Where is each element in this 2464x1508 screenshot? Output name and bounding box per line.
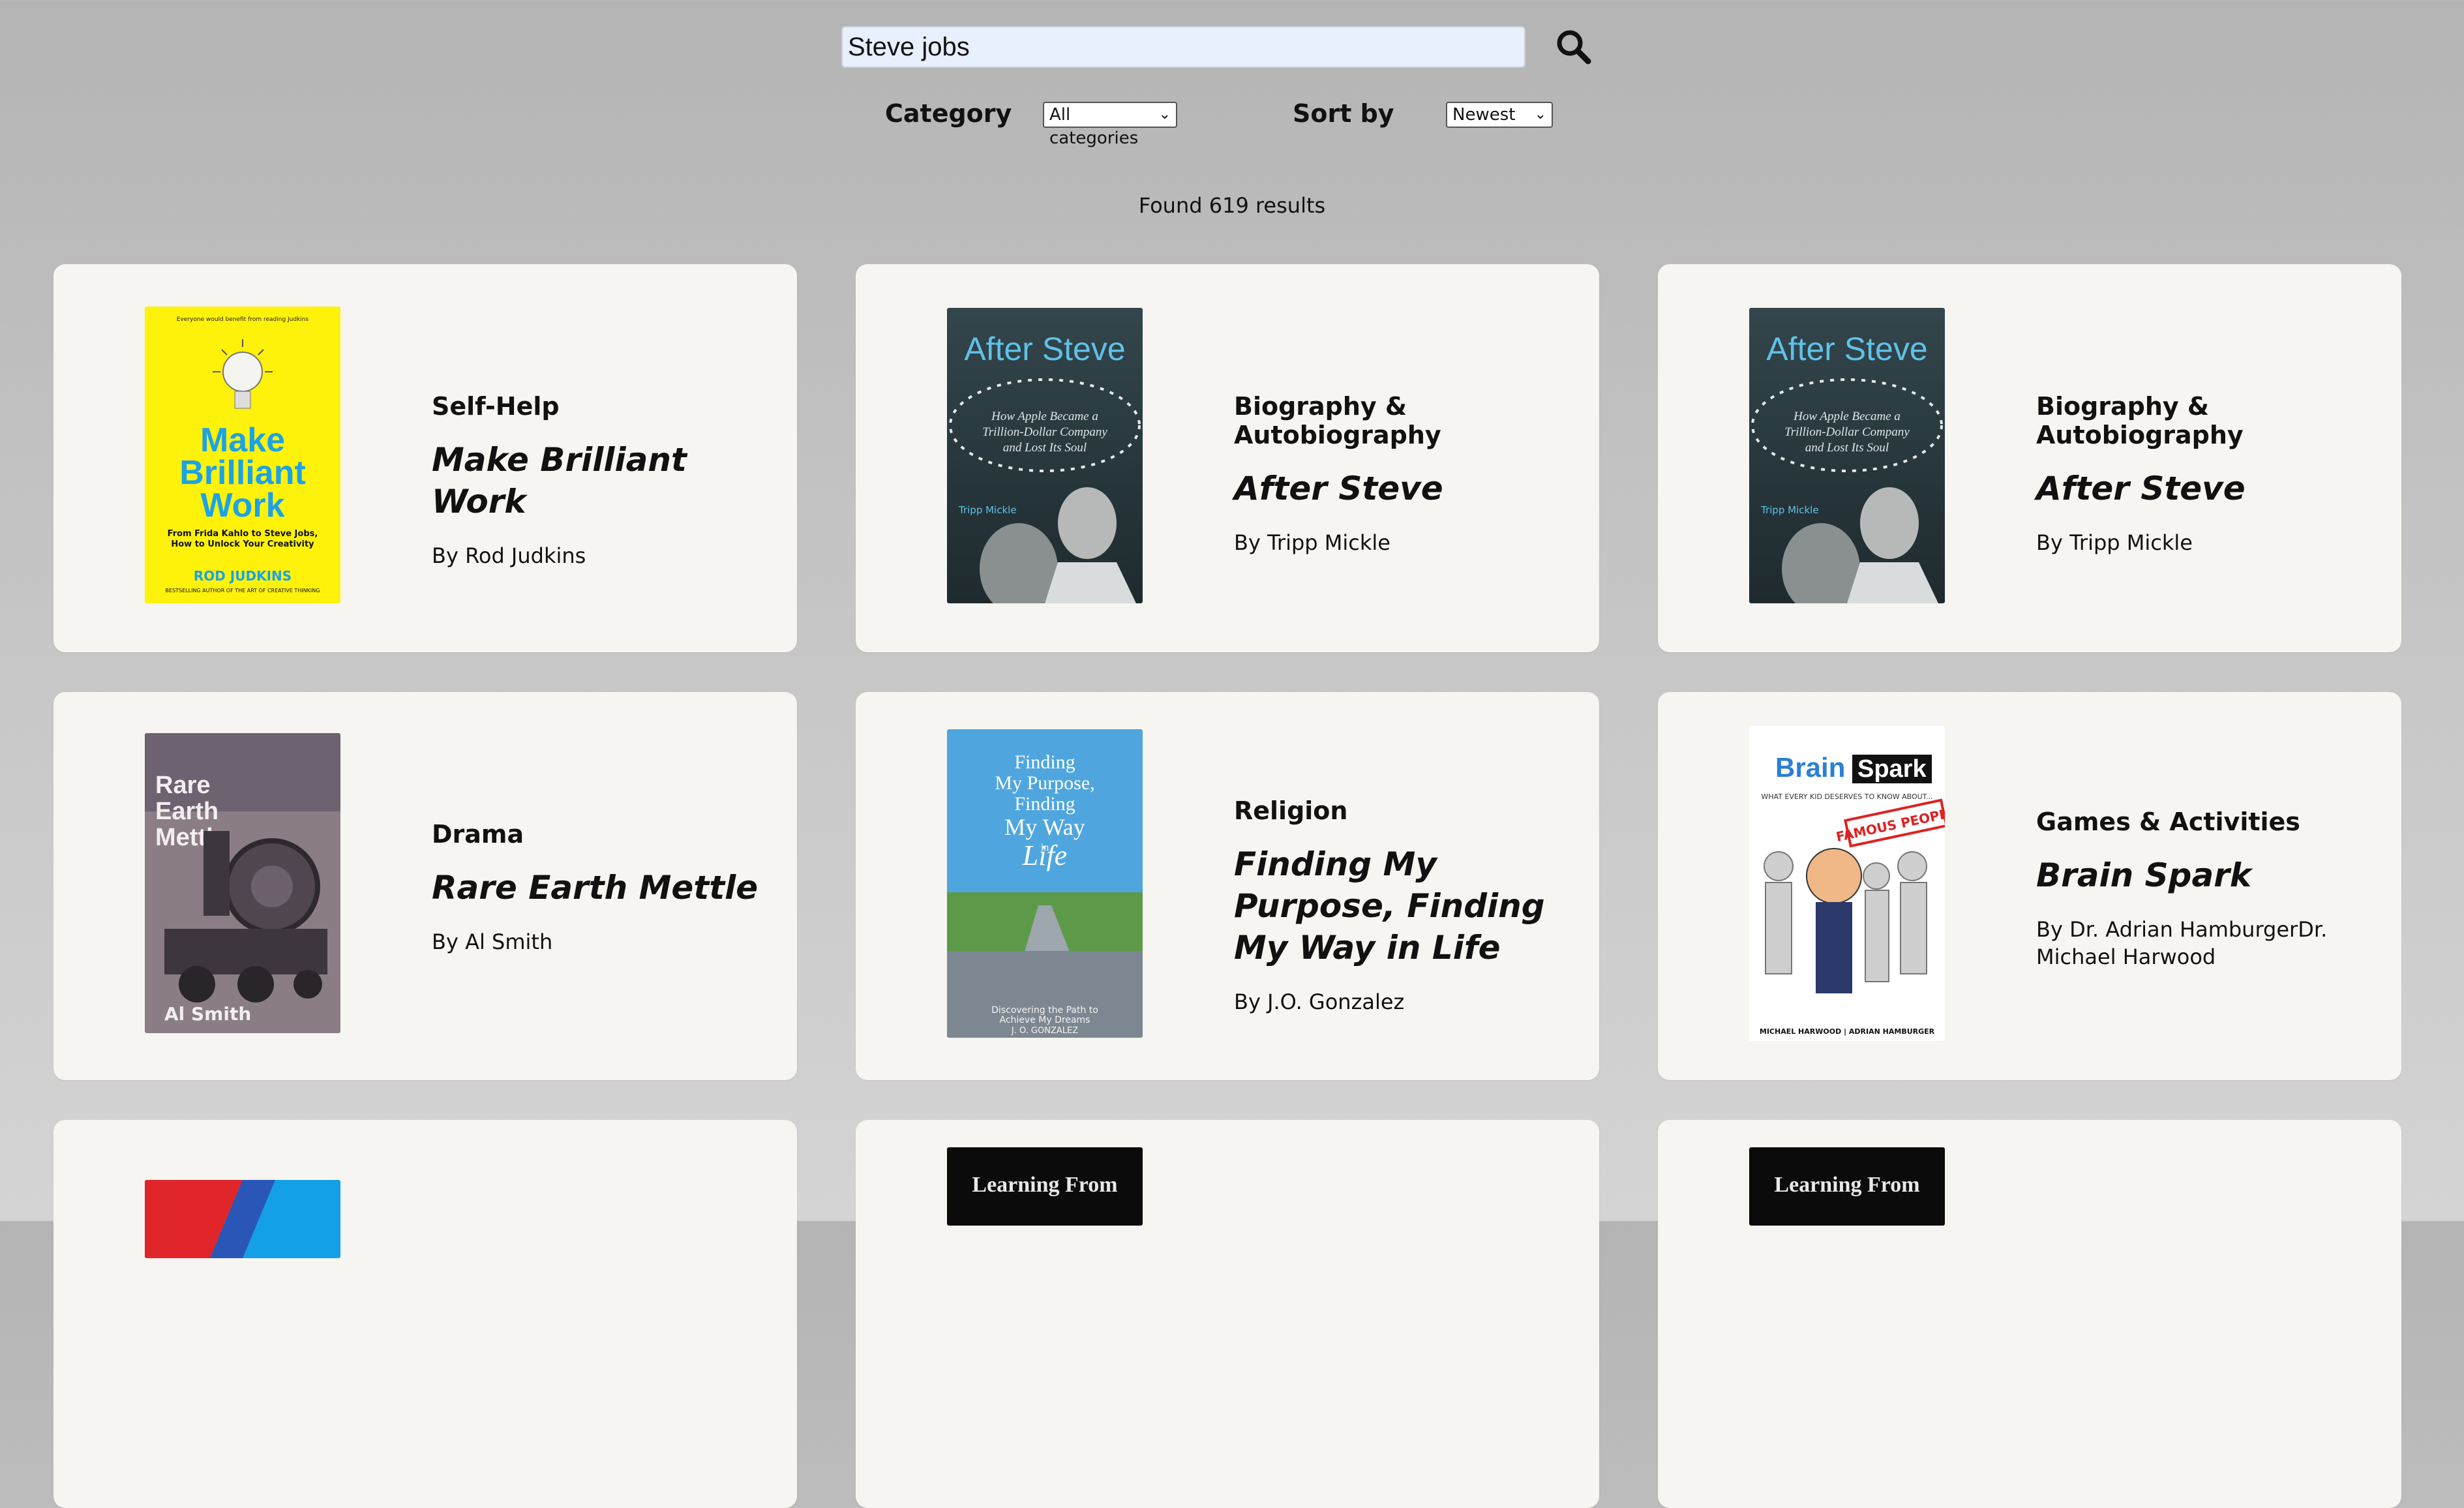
book-card[interactable]: Learning From: [856, 1120, 1599, 1508]
svg-text:and Lost Its Soul: and Lost Its Soul: [1805, 441, 1889, 455]
svg-text:Trillion-Dollar Company: Trillion-Dollar Company: [1784, 425, 1910, 439]
svg-text:Earth: Earth: [155, 798, 218, 825]
svg-text:Finding: Finding: [1014, 793, 1075, 815]
book-card[interactable]: Everyone would benefit from reading Judk…: [53, 264, 797, 652]
svg-text:MICHAEL HARWOOD | ADRIAN HAMBU: MICHAEL HARWOOD | ADRIAN HAMBURGER: [1760, 1027, 1935, 1036]
book-card[interactable]: Learning From: [1658, 1120, 2401, 1508]
search-button[interactable]: [1554, 27, 1593, 67]
svg-text:How Apple Became a: How Apple Became a: [1793, 410, 1901, 423]
category-select[interactable]: All categories ⌄: [1043, 102, 1177, 148]
svg-text:Trillion-Dollar Company: Trillion-Dollar Company: [982, 425, 1107, 439]
book-title[interactable]: Finding My Purpose, Finding My Way in Li…: [1234, 843, 1573, 969]
svg-text:Rare: Rare: [155, 772, 211, 799]
book-author: By Rod Judkins: [432, 543, 586, 568]
svg-text:Al Smith: Al Smith: [164, 1003, 251, 1025]
book-title[interactable]: Brain Spark: [2036, 854, 2375, 896]
svg-text:My Purpose,: My Purpose,: [995, 772, 1094, 794]
book-card[interactable]: After Steve How Apple Became a Trillion-…: [856, 264, 1599, 652]
svg-text:Learning From: Learning From: [972, 1173, 1117, 1197]
category-select-value: All categories: [1049, 105, 1139, 148]
svg-text:Tripp Mickle: Tripp Mickle: [958, 504, 1017, 516]
svg-text:Learning From: Learning From: [1774, 1173, 1919, 1197]
book-card[interactable]: Rare Earth Mettle Al Smith Drama Rare Ea…: [53, 692, 797, 1080]
svg-text:After Steve: After Steve: [964, 331, 1125, 367]
svg-text:Spark: Spark: [1857, 755, 1927, 783]
book-title[interactable]: After Steve: [2036, 468, 2375, 509]
book-category: Games & Activities: [2036, 807, 2300, 836]
svg-text:BESTSELLING AUTHOR OF THE ART: BESTSELLING AUTHOR OF THE ART OF CREATIV…: [166, 588, 320, 594]
book-card[interactable]: After Steve How Apple Became a Trillion-…: [1658, 264, 2401, 652]
book-category: Biography & Autobiography: [2036, 392, 2244, 449]
book-author: By Al Smith: [432, 929, 553, 954]
svg-text:Achieve My Dreams: Achieve My Dreams: [1000, 1015, 1090, 1025]
book-cover-image: Finding My Purpose, Finding My Way in Li…: [947, 729, 1143, 1038]
book-category: Religion: [1234, 796, 1348, 825]
svg-text:Brain: Brain: [1775, 752, 1845, 783]
svg-text:Finding: Finding: [1014, 751, 1075, 773]
book-author: By Dr. Adrian HamburgerDr. Michael Harwo…: [2036, 917, 2328, 969]
svg-text:Work: Work: [200, 487, 284, 524]
svg-text:After Steve: After Steve: [1766, 331, 1927, 367]
svg-text:ROD JUDKINS: ROD JUDKINS: [194, 568, 292, 584]
book-cover-image: [145, 1180, 340, 1258]
svg-text:How to Unlock Your Creativity: How to Unlock Your Creativity: [171, 539, 314, 549]
book-category: Biography & Autobiography: [1234, 392, 1441, 449]
book-cover-image: Brain Spark WHAT EVERY KID DESERVES TO K…: [1749, 726, 1945, 1041]
sort-label: Sort by: [1293, 99, 1394, 128]
book-title[interactable]: Rare Earth Mettle: [432, 867, 771, 909]
svg-text:Discovering the Path to: Discovering the Path to: [991, 1005, 1098, 1016]
book-title[interactable]: Make Brilliant Work: [432, 439, 771, 522]
book-card[interactable]: [53, 1120, 797, 1508]
book-cover-image: Learning From: [947, 1147, 1143, 1226]
book-title[interactable]: After Steve: [1234, 468, 1573, 509]
book-category: Self-Help: [432, 392, 560, 421]
svg-text:WHAT EVERY KID DESERVES TO KNO: WHAT EVERY KID DESERVES TO KNOW ABOUT...: [1761, 792, 1932, 801]
svg-text:My Way: My Way: [1004, 814, 1085, 840]
svg-text:and Lost Its Soul: and Lost Its Soul: [1003, 441, 1087, 455]
sort-select[interactable]: Newest ⌄: [1446, 102, 1553, 128]
book-cover-image: After Steve How Apple Became a Trillion-…: [947, 308, 1143, 603]
book-cover-image: After Steve How Apple Became a Trillion-…: [1749, 308, 1945, 603]
svg-text:J. O. GONZALEZ: J. O. GONZALEZ: [1011, 1026, 1078, 1036]
category-label: Category: [885, 99, 1012, 128]
book-author: By J.O. Gonzalez: [1234, 989, 1405, 1014]
book-author: By Tripp Mickle: [1234, 530, 1390, 555]
chevron-down-icon: ⌄: [1534, 106, 1546, 123]
book-card[interactable]: Finding My Purpose, Finding My Way in Li…: [856, 692, 1599, 1080]
book-card[interactable]: Brain Spark WHAT EVERY KID DESERVES TO K…: [1658, 692, 2401, 1080]
sort-select-value: Newest: [1452, 105, 1516, 125]
chevron-down-icon: ⌄: [1158, 106, 1171, 123]
svg-text:Everyone would benefit from re: Everyone would benefit from reading Judk…: [177, 316, 309, 323]
svg-text:How Apple Became a: How Apple Became a: [991, 410, 1098, 423]
search-icon: [1557, 30, 1591, 65]
book-cover-image: Rare Earth Mettle Al Smith: [145, 733, 340, 1033]
book-category: Drama: [432, 820, 524, 849]
svg-text:From Frida Kahlo to Steve Jobs: From Frida Kahlo to Steve Jobs,: [168, 529, 318, 539]
results-count: Found 619 results: [1138, 193, 1326, 218]
search-input[interactable]: [841, 26, 1525, 68]
svg-text:Tripp Mickle: Tripp Mickle: [1760, 504, 1819, 516]
book-author: By Tripp Mickle: [2036, 530, 2193, 555]
svg-text:Life: Life: [1022, 839, 1067, 871]
book-cover-image: Everyone would benefit from reading Judk…: [145, 307, 340, 603]
book-cover-image: Learning From: [1749, 1147, 1945, 1226]
